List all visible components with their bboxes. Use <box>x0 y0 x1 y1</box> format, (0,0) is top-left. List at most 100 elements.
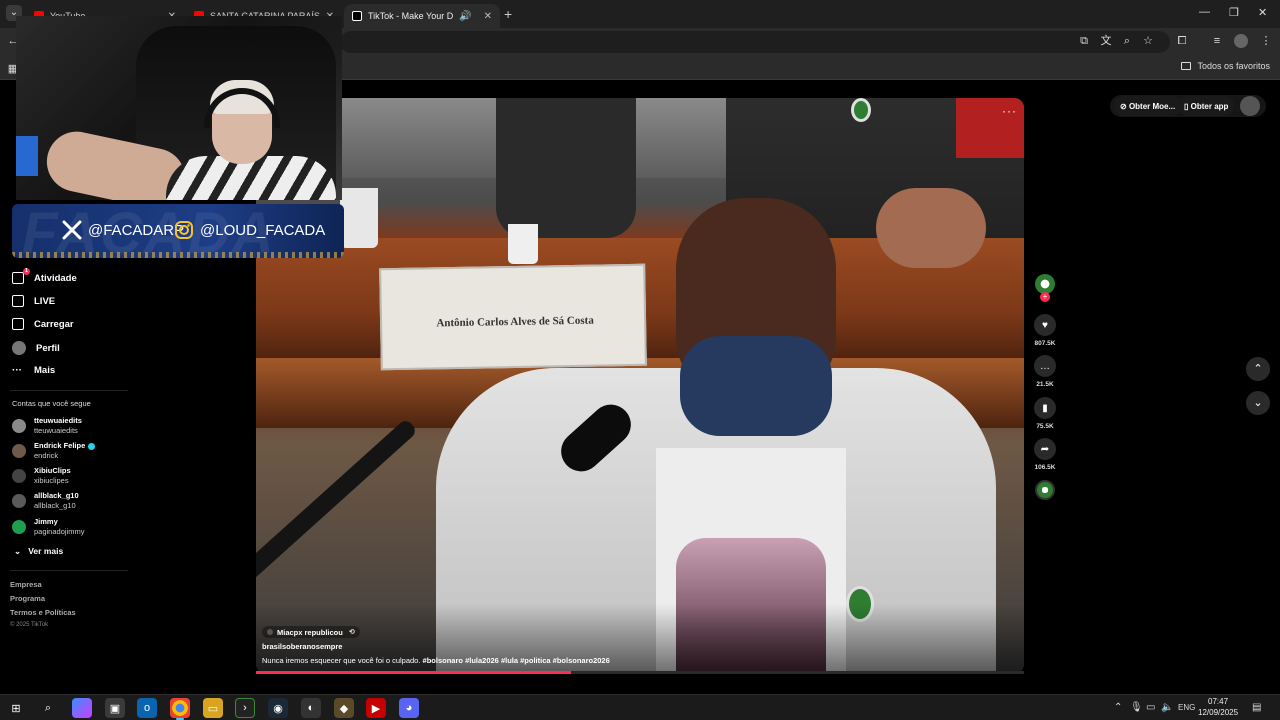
translate-icon[interactable]: 文 <box>1099 34 1113 48</box>
app-icon[interactable]: ◆ <box>334 698 354 718</box>
follow-plus-icon[interactable]: + <box>1040 292 1050 302</box>
repost-tag[interactable]: Miacpx republicou ⟲ <box>262 626 360 638</box>
previous-video-chevron-up-icon[interactable]: ⌃ <box>1246 357 1270 381</box>
comment-action[interactable]: … 21.5K <box>1034 355 1056 388</box>
store-icon[interactable]: ▣ <box>105 698 125 718</box>
tray-chevron-up-icon[interactable]: ⌃ <box>1114 702 1122 713</box>
sidebar-divider <box>10 570 128 571</box>
browser-menu-icon[interactable]: ⋮ <box>1259 34 1273 48</box>
file-explorer-icon[interactable]: ▭ <box>203 698 223 718</box>
windows-taskbar: ⊞ ⌕ ▣ o ▭ › ◉ ◐ ◆ ▶ ◕ ⌃ 🎙 ▭ 🔈 ENG 07:47 … <box>0 694 1280 720</box>
outlook-icon[interactable]: o <box>137 698 157 718</box>
minimize-icon[interactable]: — <box>1199 6 1210 18</box>
system-clock[interactable]: 07:47 12/09/2025 <box>1198 696 1238 718</box>
sidebar-item-carregar[interactable]: Carregar <box>12 318 74 330</box>
window-close-icon[interactable]: ✕ <box>1258 6 1267 19</box>
get-app-label: Obter app <box>1190 101 1229 111</box>
share-arrow-icon[interactable]: ➦ <box>1034 438 1056 460</box>
restore-icon[interactable]: ❐ <box>1229 6 1239 19</box>
save-action[interactable]: ▮ 75.5K <box>1034 397 1056 430</box>
hashtag[interactable]: #bolsonaro2026 <box>553 656 610 665</box>
hashtag[interactable]: #bolsonaro <box>423 656 463 665</box>
bookmarks-folder-label: Todos os favoritos <box>1197 61 1270 71</box>
like-action[interactable]: ♥ 807.5K <box>1034 314 1056 347</box>
bookmark-star-icon[interactable]: ☆ <box>1141 34 1155 48</box>
address-bar[interactable] <box>340 31 1170 53</box>
media-controls-icon[interactable]: ≡ <box>1210 34 1224 48</box>
notifications-icon[interactable]: ▤ <box>1252 702 1261 713</box>
see-more-button[interactable]: ⌄ Ver mais <box>14 546 63 557</box>
extensions-icon[interactable]: ⧠ <box>1175 34 1189 48</box>
footer-link-empresa[interactable]: Empresa <box>10 580 42 589</box>
heart-icon[interactable]: ♥ <box>1034 314 1056 336</box>
get-coins-button[interactable]: ⊘ Obter Moe... <box>1114 96 1182 116</box>
following-item[interactable]: allblack_g10 allblack_g10 <box>12 491 79 511</box>
terminal-icon[interactable]: › <box>235 698 255 718</box>
video-more-options-icon[interactable]: ··· <box>1002 104 1017 118</box>
following-username: allblack_g10 <box>34 501 76 510</box>
instagram-handle: @LOUD_FACADA <box>174 220 325 240</box>
language-indicator[interactable]: ENG <box>1178 703 1195 712</box>
copyright: © 2025 TikTok <box>10 622 49 628</box>
sidebar-item-mais[interactable]: ··· Mais <box>12 365 55 376</box>
get-app-button[interactable]: ▯ Obter app <box>1178 96 1235 116</box>
cast-icon[interactable]: ⧉ <box>1077 34 1091 48</box>
footer-link-termos[interactable]: Termos e Políticas <box>10 608 76 617</box>
volume-icon[interactable]: 🔈 <box>1161 702 1173 713</box>
chrome-icon[interactable] <box>170 698 190 720</box>
steam-icon[interactable]: ◉ <box>268 698 288 718</box>
clock-date: 12/09/2025 <box>1198 708 1239 717</box>
video-author[interactable]: brasilsoberanosempre <box>262 642 342 651</box>
following-name: Jimmy <box>34 517 58 526</box>
tab-close-icon[interactable]: ✕ <box>484 11 492 22</box>
following-item[interactable]: Jimmy paginadojimmy <box>12 517 84 537</box>
sidebar-item-atividade[interactable]: 1 Atividade <box>12 268 77 284</box>
hashtag[interactable]: #lula <box>501 656 518 665</box>
youtube-app-icon[interactable]: ▶ <box>366 698 386 718</box>
sidebar-item-label: Mais <box>34 365 56 376</box>
following-username: tteuwuaiedits <box>34 426 78 435</box>
share-action[interactable]: ➦ 106.5K <box>1034 438 1056 471</box>
discord-icon[interactable]: ◕ <box>399 698 419 718</box>
windows-start-icon[interactable]: ⊞ <box>6 698 26 718</box>
comment-count: 21.5K <box>1036 381 1054 388</box>
video-progress-fill <box>256 671 571 674</box>
bookmark-icon[interactable]: ▮ <box>1034 397 1056 419</box>
network-icon[interactable]: ▭ <box>1146 702 1155 713</box>
copilot-icon[interactable] <box>72 698 92 718</box>
x-logo-icon <box>62 220 82 240</box>
sidebar-item-live[interactable]: LIVE <box>12 295 55 307</box>
following-item[interactable]: Endrick Felipe endrick <box>12 441 96 461</box>
twitter-handle: @FACADARP <box>62 220 184 240</box>
video-caption: Nunca iremos esquecer que você foi o cul… <box>262 656 610 665</box>
search-icon[interactable]: ⌕ <box>38 698 58 718</box>
hashtag[interactable]: #politica <box>520 656 550 665</box>
following-item[interactable]: XibiuClips xibiuclipes <box>12 466 71 486</box>
following-item[interactable]: tteuwuaiedits tteuwuaiedits <box>12 416 82 436</box>
music-disc-icon[interactable] <box>1035 480 1055 500</box>
streamer-webcam-overlay <box>16 16 342 200</box>
save-count: 75.5K <box>1036 423 1054 430</box>
microphone-icon[interactable]: 🎙 <box>1130 702 1143 713</box>
creator-avatar[interactable] <box>1035 274 1055 294</box>
video-scene-microphone <box>256 418 419 599</box>
app-icon[interactable]: ◐ <box>301 698 321 718</box>
video-player[interactable]: Antônio Carlos Alves de Sá Costa ··· Mia… <box>256 98 1024 674</box>
zoom-icon[interactable]: ⌕ <box>1120 34 1134 48</box>
user-avatar[interactable] <box>1240 96 1260 116</box>
new-tab-button[interactable]: + <box>504 6 512 22</box>
streamer-social-banner: FACADA @FACADARP @LOUD_FACADA <box>12 204 344 258</box>
get-coins-label: Obter Moe... <box>1128 101 1176 111</box>
hashtag[interactable]: #lula2026 <box>465 656 499 665</box>
video-scene-mask <box>680 336 832 436</box>
video-progress-bar[interactable] <box>256 671 1024 674</box>
tab-audio-icon[interactable]: 🔊 <box>459 11 471 22</box>
sidebar-item-perfil[interactable]: Perfil <box>12 341 60 355</box>
comment-icon[interactable]: … <box>1034 355 1056 377</box>
upload-icon <box>12 318 24 330</box>
next-video-chevron-down-icon[interactable]: ⌄ <box>1246 391 1270 415</box>
all-bookmarks-folder[interactable]: Todos os favoritos <box>1181 61 1270 71</box>
tab-tiktok[interactable]: TikTok - Make Your Day 🔊 ✕ <box>344 4 500 28</box>
profile-avatar-icon[interactable] <box>1234 34 1248 48</box>
footer-link-programa[interactable]: Programa <box>10 594 45 603</box>
